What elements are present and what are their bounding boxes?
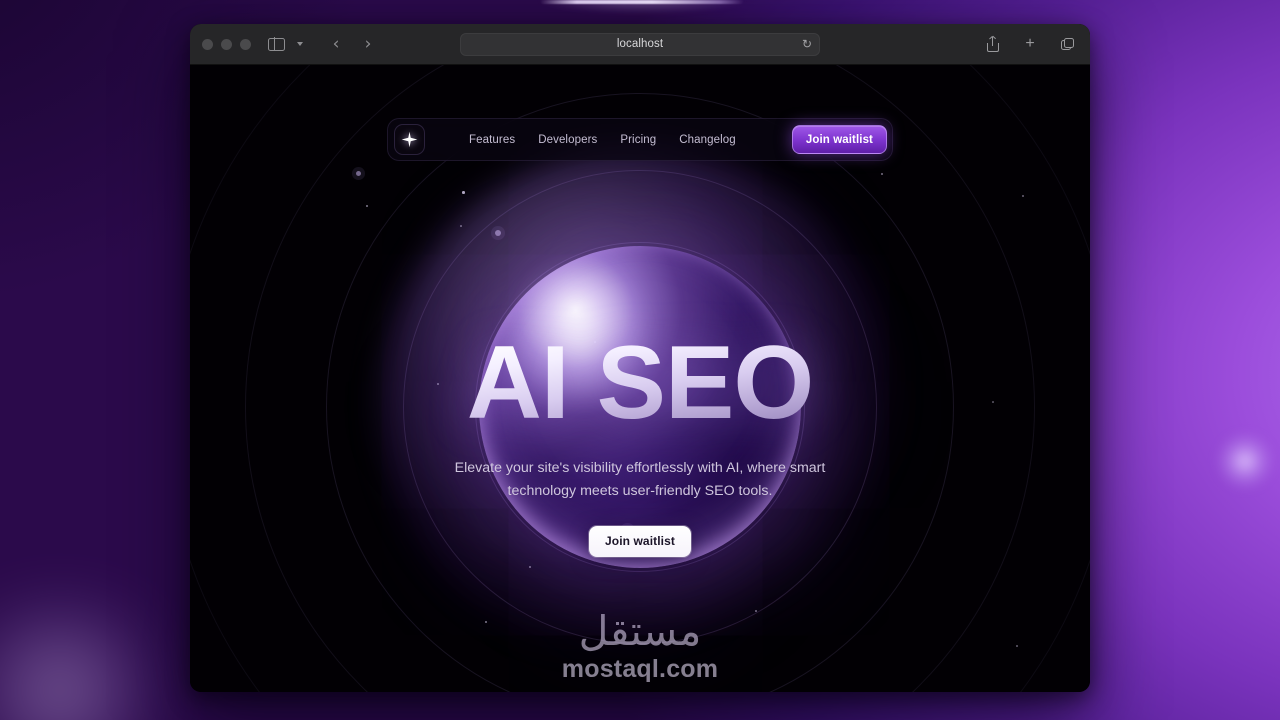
offscreen-window-edge <box>540 0 744 4</box>
toolbar-actions: + <box>982 34 1078 54</box>
nav-link-changelog[interactable]: Changelog <box>679 134 736 146</box>
browser-toolbar: ‹ › localhost ↻ + <box>190 24 1090 65</box>
back-button[interactable]: ‹ <box>325 34 347 54</box>
sidebar-menu-button[interactable] <box>289 34 311 54</box>
hero-subtitle: Elevate your site's visibility effortles… <box>454 459 826 499</box>
hero-headline: AI SEO <box>466 325 815 441</box>
chevron-down-icon <box>297 42 303 46</box>
site-logo[interactable] <box>394 124 425 155</box>
navigation-arrows: ‹ › <box>325 34 379 54</box>
wallpaper-glow-right <box>1216 432 1274 490</box>
address-bar[interactable]: localhost ↻ <box>460 32 820 56</box>
chevron-left-icon: ‹ <box>332 33 340 54</box>
sidebar-toggle-button[interactable] <box>265 34 287 54</box>
browser-window: ‹ › localhost ↻ + Features Developers Pr… <box>190 24 1090 692</box>
page-content: Features Developers Pricing Changelog Jo… <box>190 65 1090 692</box>
navbar-links: Features Developers Pricing Changelog <box>469 134 736 146</box>
tab-overview-button[interactable] <box>1056 34 1078 54</box>
wallpaper-glow-bottom-left <box>0 600 190 720</box>
new-tab-button[interactable]: + <box>1019 34 1041 54</box>
desktop-wallpaper: ‹ › localhost ↻ + Features Developers Pr… <box>0 0 1280 720</box>
chevron-right-icon: › <box>364 33 372 54</box>
maximize-button[interactable] <box>240 38 251 50</box>
close-button[interactable] <box>202 38 213 50</box>
sidebar-icon <box>267 37 285 51</box>
share-button[interactable] <box>982 34 1004 54</box>
nav-link-pricing[interactable]: Pricing <box>620 134 656 146</box>
window-controls <box>202 38 251 50</box>
hero-join-waitlist-button[interactable]: Join waitlist <box>589 525 691 557</box>
navbar-join-waitlist-button[interactable]: Join waitlist <box>791 125 887 154</box>
sparkle-icon <box>401 131 418 148</box>
tabs-icon <box>1060 37 1074 51</box>
sidebar-toggle-group <box>265 34 311 54</box>
reload-icon[interactable]: ↻ <box>802 38 812 50</box>
nav-link-features[interactable]: Features <box>469 134 515 146</box>
nav-link-developers[interactable]: Developers <box>538 134 597 146</box>
share-icon <box>987 36 999 52</box>
address-bar-text: localhost <box>616 38 664 50</box>
site-navbar: Features Developers Pricing Changelog Jo… <box>387 118 893 161</box>
forward-button[interactable]: › <box>357 34 379 54</box>
minimize-button[interactable] <box>221 38 232 50</box>
plus-icon: + <box>1025 35 1035 52</box>
